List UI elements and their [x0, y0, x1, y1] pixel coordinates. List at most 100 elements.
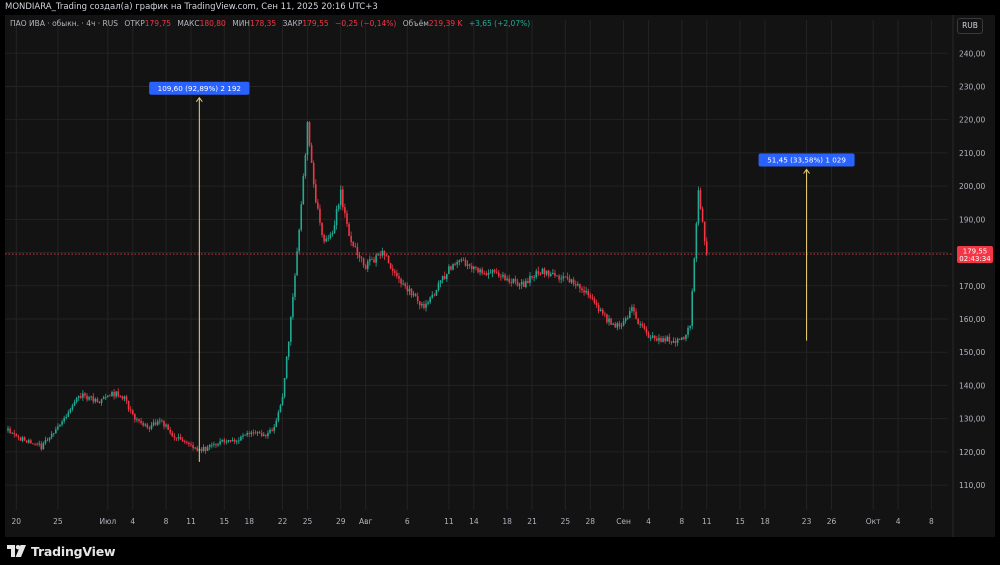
x-tick-label: Авг: [359, 517, 373, 526]
candle-body: [231, 439, 234, 442]
x-tick-label: 15: [735, 517, 745, 526]
candle-body: [483, 273, 486, 275]
candle-body: [408, 288, 411, 292]
candle-body: [400, 278, 402, 284]
x-tick-label: 14: [469, 517, 479, 526]
candle-body: [138, 419, 140, 421]
candle-body: [685, 334, 687, 340]
candle-body: [306, 122, 309, 156]
candle-body: [585, 290, 587, 293]
candle-body: [200, 448, 203, 451]
volume-label: Объём: [402, 19, 429, 28]
measure-label: 109,60 (92,89%) 2 192: [158, 84, 241, 93]
candle-body: [651, 335, 654, 338]
candle-body: [163, 421, 165, 427]
candle-body: [597, 305, 600, 312]
candle-body: [502, 274, 504, 277]
candle-body: [570, 279, 573, 283]
symbol-name[interactable]: ПАО ИВА · обыкн. · 4ч · RUS: [10, 19, 118, 28]
y-tick-label: 140,00: [959, 381, 985, 390]
candle-body: [281, 396, 284, 406]
candle-body: [606, 314, 608, 323]
candle-body: [452, 263, 454, 270]
candle-body: [629, 311, 631, 318]
y-tick-label: 240,00: [959, 49, 985, 58]
candle-body: [670, 341, 673, 343]
candle-body: [418, 301, 421, 306]
candle-body: [233, 439, 236, 442]
candle-body: [487, 272, 490, 275]
candle-body: [360, 257, 363, 259]
candle-body: [219, 441, 221, 445]
candle-body: [520, 281, 523, 285]
y-tick-label: 110,00: [959, 481, 985, 490]
candle-body: [206, 446, 209, 451]
candle-body: [637, 318, 639, 325]
candle-body: [125, 396, 128, 401]
candle-body: [248, 433, 251, 435]
candle-body: [59, 424, 61, 427]
x-tick-label: 4: [646, 517, 651, 526]
candle-body: [566, 276, 569, 279]
candle-body: [560, 278, 562, 280]
candle-body: [568, 278, 571, 283]
candle-body: [489, 272, 492, 274]
candle-body: [589, 295, 592, 298]
price-chart[interactable]: 110,00 120,00 130,00 140,00 150,00 160,00 170,…: [0, 0, 1000, 565]
candle-body: [394, 271, 396, 273]
candle-body: [167, 424, 169, 430]
y-tick-label: 190,00: [959, 215, 985, 224]
candle-body: [383, 250, 386, 256]
candle-body: [531, 275, 533, 278]
candle-body: [529, 275, 531, 284]
candle-body: [52, 433, 55, 434]
candle-body: [314, 184, 317, 203]
x-tick-label: 8: [929, 517, 934, 526]
candle-body: [618, 323, 621, 327]
candle-body: [102, 397, 105, 400]
x-tick-label: 8: [164, 517, 169, 526]
candle-body: [387, 255, 390, 264]
x-tick-label: 25: [53, 517, 63, 526]
candle-body: [693, 258, 696, 292]
brand-name: TradingView: [31, 543, 116, 559]
candle-body: [238, 440, 240, 442]
candle-body: [373, 259, 375, 263]
x-tick-label: 18: [760, 517, 770, 526]
candle-body: [450, 266, 452, 270]
x-tick-label: 4: [896, 517, 901, 526]
tradingview-logo: TradingView: [7, 543, 116, 559]
candle-body: [325, 238, 327, 242]
candle-body: [86, 395, 88, 400]
y-tick-label: 150,00: [959, 348, 985, 357]
high-value: 180,80: [199, 19, 226, 28]
candle-body: [244, 434, 246, 436]
candle-body: [339, 189, 342, 206]
candle-body: [385, 255, 388, 257]
candle-body: [50, 433, 53, 438]
candle-body: [493, 269, 496, 272]
candle-body: [229, 440, 232, 442]
candle-body: [608, 318, 610, 323]
candle-body: [302, 176, 305, 205]
candle-body: [348, 223, 350, 236]
y-tick-label: 120,00: [959, 448, 985, 457]
candle-body: [554, 272, 556, 276]
candle-body: [539, 273, 542, 275]
candle-body: [641, 324, 644, 327]
candle-body: [75, 397, 78, 402]
candle-body: [446, 274, 448, 280]
candle-body: [547, 270, 550, 276]
candle-body: [612, 323, 614, 325]
x-tick-label: Окт: [866, 517, 881, 526]
candle-body: [254, 432, 257, 434]
candle-body: [192, 444, 194, 448]
open-label: ОТКР: [124, 19, 145, 28]
candle-body: [7, 428, 9, 431]
candle-body: [252, 432, 255, 434]
candle-body: [431, 294, 434, 298]
candle-body: [142, 422, 144, 426]
candle-body: [626, 317, 629, 319]
x-tick-label: 4: [130, 517, 135, 526]
currency-button[interactable]: RUB: [957, 18, 983, 34]
